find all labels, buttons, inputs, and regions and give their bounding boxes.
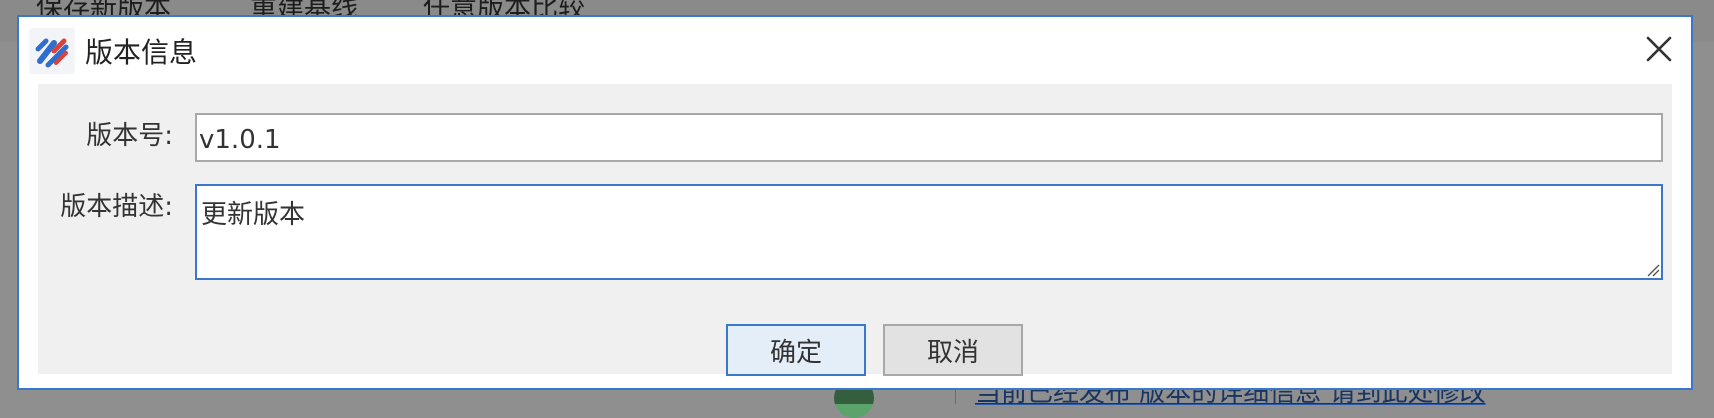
version-number-label: 版本号: xyxy=(86,121,173,151)
close-icon xyxy=(1646,36,1672,62)
version-description-label: 版本描述: xyxy=(60,192,173,222)
version-number-input[interactable] xyxy=(195,113,1663,162)
version-description-input[interactable]: 更新版本 xyxy=(197,186,1661,278)
ok-button[interactable]: 确定 xyxy=(726,324,866,376)
dialog-title: 版本信息 xyxy=(85,36,198,69)
cancel-button[interactable]: 取消 xyxy=(883,324,1023,376)
version-description-field: 更新版本 xyxy=(195,184,1663,280)
close-button[interactable] xyxy=(1641,31,1677,67)
version-info-dialog: 版本信息 版本号: 版本描述: 更新版本 确定 取消 xyxy=(17,15,1693,390)
dialog-body: 版本号: 版本描述: 更新版本 确定 取消 xyxy=(38,84,1672,376)
dialog-titlebar: 版本信息 xyxy=(19,17,1691,83)
resize-grip-icon[interactable] xyxy=(1644,261,1660,277)
app-logo-icon xyxy=(29,28,75,74)
